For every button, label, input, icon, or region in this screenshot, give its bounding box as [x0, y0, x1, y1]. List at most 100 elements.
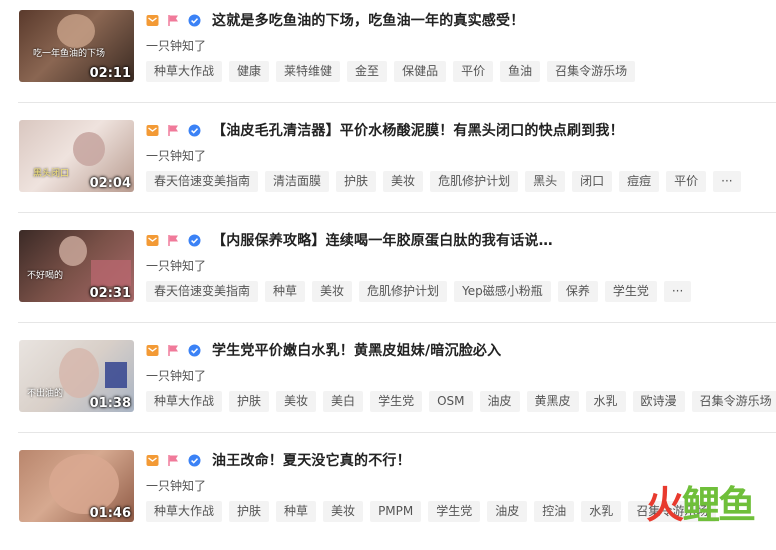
tag[interactable]: 种草大作战	[146, 61, 223, 82]
author-name[interactable]: 一只钟知了	[146, 257, 206, 274]
video-duration: 02:11	[89, 66, 131, 81]
tag[interactable]: 平价	[453, 61, 494, 82]
tag[interactable]: 学生党	[428, 501, 481, 522]
divider	[18, 432, 776, 433]
thumbnail-caption: 吃一年鱼油的下场	[33, 49, 106, 59]
tag[interactable]: 护肤	[229, 391, 270, 412]
flag-icon	[168, 344, 178, 356]
badge-icons	[146, 232, 201, 248]
author-name[interactable]: 一只钟知了	[146, 147, 206, 164]
author-name[interactable]: 一只钟知了	[146, 477, 206, 494]
badge-icons	[146, 122, 201, 138]
list-item[interactable]: 不好喝的 02:31 【内服保养攻略】连续喝一年胶原蛋白肽的我有话说… 一只钟知…	[0, 220, 776, 330]
more-tags[interactable]: ···	[663, 281, 692, 302]
video-duration: 02:04	[89, 176, 131, 191]
tag[interactable]: 莱特维健	[276, 61, 341, 82]
tag[interactable]: 鱼油	[500, 61, 541, 82]
divider	[18, 212, 776, 213]
video-title[interactable]: 油王改命！夏天没它真的不行！	[212, 450, 411, 470]
mail-icon	[146, 124, 159, 136]
video-duration: 01:46	[89, 506, 131, 521]
tag[interactable]: OSM	[429, 391, 473, 412]
tag-list: 春天倍速变美指南 清洁面膜 护肤 美妆 危肌修护计划 黑头 闭口 痘痘 平价 ·…	[146, 171, 741, 192]
tag[interactable]: 油皮	[479, 391, 520, 412]
divider	[18, 102, 776, 103]
tag[interactable]: 美白	[323, 391, 364, 412]
mail-icon	[146, 14, 159, 26]
flag-icon	[168, 234, 178, 246]
tag[interactable]: 学生党	[370, 391, 423, 412]
tag[interactable]: 美妆	[383, 171, 424, 192]
tag[interactable]: 水乳	[581, 501, 622, 522]
tag[interactable]: 控油	[534, 501, 575, 522]
verified-icon	[188, 234, 201, 246]
badge-icons	[146, 12, 201, 28]
mail-icon	[146, 344, 159, 356]
flag-icon	[168, 14, 178, 26]
tag[interactable]: 美妆	[276, 391, 317, 412]
more-tags[interactable]: ···	[713, 171, 741, 192]
author-name[interactable]: 一只钟知了	[146, 37, 206, 54]
list-item[interactable]: 黑头闭口 02:04 【油皮毛孔清洁器】平价水杨酸泥膜！有黑头闭口的快点刷到我！…	[0, 110, 776, 220]
tag[interactable]: 护肤	[336, 171, 377, 192]
video-duration: 01:38	[89, 396, 131, 411]
tag[interactable]: 黄黑皮	[526, 391, 579, 412]
video-thumbnail[interactable]: 不好喝的 02:31	[19, 230, 134, 302]
flag-icon	[168, 454, 178, 466]
video-thumbnail[interactable]: 不出油的 01:38	[19, 340, 134, 412]
tag-list: 种草大作战 健康 莱特维健 金至 保健品 平价 鱼油 召集令游乐场	[146, 61, 636, 82]
tag[interactable]: 危肌修护计划	[359, 281, 448, 302]
mail-icon	[146, 234, 159, 246]
video-duration: 02:31	[89, 286, 131, 301]
tag[interactable]: 金至	[347, 61, 388, 82]
video-title[interactable]: 【内服保养攻略】连续喝一年胶原蛋白肽的我有话说…	[212, 230, 553, 250]
thumbnail-caption: 黑头闭口	[33, 169, 70, 179]
video-thumbnail[interactable]: 01:46	[19, 450, 134, 522]
divider	[18, 322, 776, 323]
verified-icon	[188, 124, 201, 136]
tag[interactable]: 健康	[229, 61, 270, 82]
video-title[interactable]: 学生党平价嫩白水乳！黄黑皮姐妹/暗沉脸必入	[212, 340, 501, 360]
watermark-logo: 火鲤鱼	[645, 483, 756, 527]
tag[interactable]: 保健品	[394, 61, 447, 82]
tag[interactable]: 危肌修护计划	[430, 171, 519, 192]
thumbnail-caption: 不好喝的	[27, 271, 64, 281]
tag-list: 春天倍速变美指南 种草 美妆 危肌修护计划 Yep磁感小粉瓶 保养 学生党 ··…	[146, 281, 692, 302]
tag[interactable]: 美妆	[312, 281, 353, 302]
tag[interactable]: PMPM	[370, 501, 422, 522]
tag[interactable]: 美妆	[323, 501, 364, 522]
tag[interactable]: 种草大作战	[146, 501, 223, 522]
tag[interactable]: 护肤	[229, 501, 270, 522]
verified-icon	[188, 14, 201, 26]
verified-icon	[188, 454, 201, 466]
tag[interactable]: 清洁面膜	[265, 171, 330, 192]
tag-list: 种草大作战 护肤 美妆 美白 学生党 OSM 油皮 黄黑皮 水乳 欧诗漫 召集令…	[146, 391, 776, 412]
tag[interactable]: 闭口	[572, 171, 613, 192]
tag[interactable]: 召集令游乐场	[547, 61, 636, 82]
flag-icon	[168, 124, 178, 136]
verified-icon	[188, 344, 201, 356]
video-thumbnail[interactable]: 吃一年鱼油的下场 02:11	[19, 10, 134, 82]
badge-icons	[146, 342, 201, 358]
tag[interactable]: 种草	[276, 501, 317, 522]
author-name[interactable]: 一只钟知了	[146, 367, 206, 384]
tag[interactable]: 欧诗漫	[632, 391, 685, 412]
tag[interactable]: 春天倍速变美指南	[146, 281, 259, 302]
tag[interactable]: 痘痘	[619, 171, 660, 192]
tag[interactable]: 保养	[557, 281, 598, 302]
tag[interactable]: 召集令游乐场	[691, 391, 776, 412]
video-title[interactable]: 【油皮毛孔清洁器】平价水杨酸泥膜！有黑头闭口的快点刷到我！	[212, 120, 624, 140]
list-item[interactable]: 不出油的 01:38 学生党平价嫩白水乳！黄黑皮姐妹/暗沉脸必入 一只钟知了 种…	[0, 330, 776, 440]
tag[interactable]: 春天倍速变美指南	[146, 171, 259, 192]
tag[interactable]: 种草大作战	[146, 391, 223, 412]
tag[interactable]: 种草	[265, 281, 306, 302]
tag[interactable]: 黑头	[525, 171, 566, 192]
tag[interactable]: 学生党	[604, 281, 657, 302]
video-title[interactable]: 这就是多吃鱼油的下场，吃鱼油一年的真实感受！	[212, 10, 524, 30]
tag[interactable]: 油皮	[487, 501, 528, 522]
tag[interactable]: 平价	[666, 171, 707, 192]
video-thumbnail[interactable]: 黑头闭口 02:04	[19, 120, 134, 192]
tag[interactable]: 水乳	[585, 391, 626, 412]
tag[interactable]: Yep磁感小粉瓶	[454, 281, 551, 302]
list-item[interactable]: 吃一年鱼油的下场 02:11 这就是多吃鱼油的下场，吃鱼油一年的真实感受！ 一只…	[0, 0, 776, 110]
